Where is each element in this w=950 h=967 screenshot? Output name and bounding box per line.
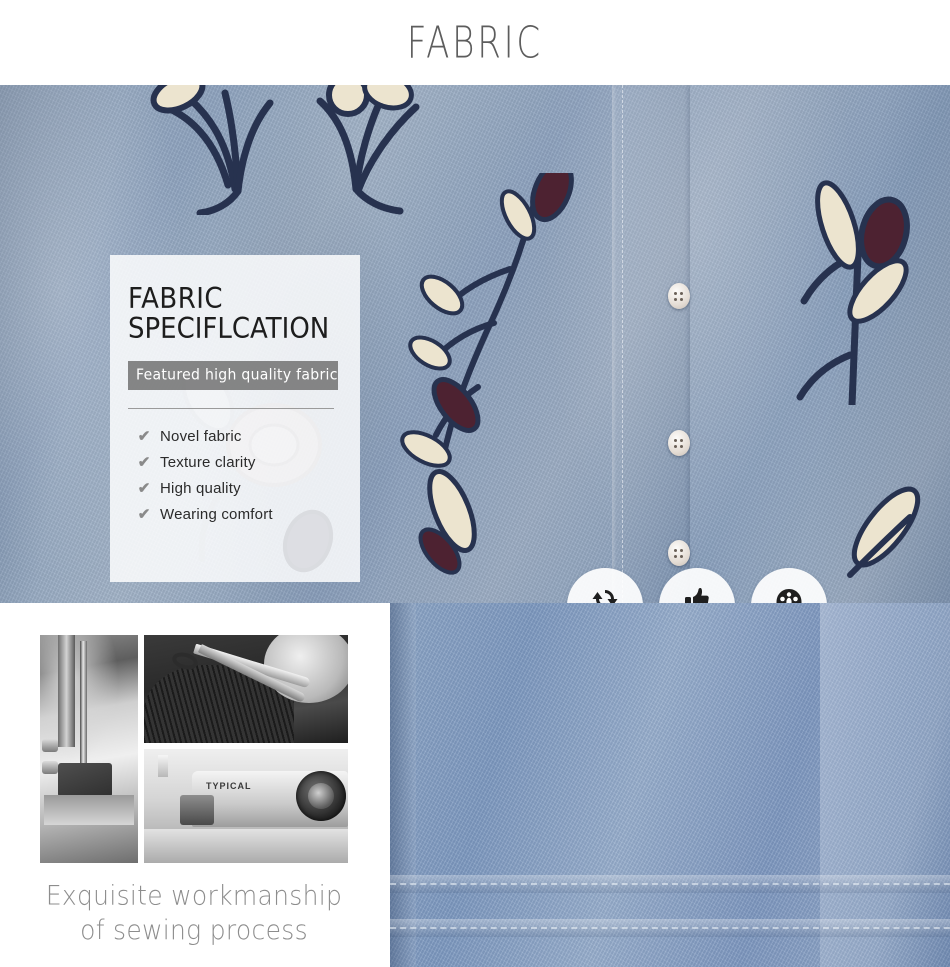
feature-label: High quality (160, 479, 241, 497)
feature-list: ✔ Novel fabric ✔ Texture clarity ✔ High … (128, 423, 338, 527)
denim-hem-closeup-photo (390, 603, 950, 967)
check-icon: ✔ (137, 480, 151, 497)
hero-denim-photo: FABRIC SPECIFLCATION Featured high quali… (0, 85, 950, 603)
workmanship-section: TYPICAL Exquisite workmanship of sewing … (0, 603, 950, 967)
shirt-button (668, 283, 690, 309)
page-title: FABRIC (406, 17, 544, 68)
card-title-line2: SPECIFLCATION (128, 312, 330, 346)
shirt-placket (612, 85, 690, 603)
thumbs-up-icon (684, 585, 710, 603)
embroidery-leaf-lower-right (847, 486, 921, 578)
feature-label: Novel fabric (160, 427, 242, 445)
shirt-button (668, 430, 690, 456)
fabric-specification-card: FABRIC SPECIFLCATION Featured high quali… (110, 255, 360, 582)
feature-label: Texture clarity (160, 453, 256, 471)
feature-badge-group: DEAR SKIN TEXTURE VENTILA (567, 568, 827, 603)
scissors-fabric-photo (144, 635, 348, 743)
stitch-line (622, 85, 623, 603)
sewing-needle-photo (40, 635, 138, 863)
breathable-dome-icon (775, 585, 803, 603)
refresh-arrows-icon (592, 585, 618, 603)
check-icon: ✔ (137, 506, 151, 523)
shirt-button (668, 540, 690, 566)
sewing-photo-collage: TYPICAL (40, 635, 348, 863)
card-divider (128, 408, 334, 409)
card-title-line1: FABRIC (128, 282, 224, 316)
badge-dear-skin: DEAR SKIN (567, 568, 643, 603)
embroidery-flower-right (796, 180, 910, 405)
page-header: FABRIC (0, 0, 950, 85)
list-item: ✔ Novel fabric (128, 423, 338, 449)
list-item: ✔ High quality (128, 475, 338, 501)
caption-line2: of sewing process (80, 914, 308, 946)
card-title: FABRIC SPECIFLCATION (128, 282, 338, 346)
list-item: ✔ Wearing comfort (128, 501, 338, 527)
list-item: ✔ Texture clarity (128, 449, 338, 475)
badge-texture: TEXTURE (659, 568, 735, 603)
featured-banner-label: Featured high quality fabric (136, 366, 338, 384)
machine-brand-label: TYPICAL (206, 781, 252, 791)
embroidery-leaf-center-lower (418, 469, 477, 575)
caption-line1: Exquisite workmanship (45, 879, 343, 911)
sewing-machine-photo: TYPICAL (144, 749, 348, 863)
badge-ventilation: VENTILATION (751, 568, 827, 603)
check-icon: ✔ (137, 428, 151, 445)
feature-label: Wearing comfort (160, 505, 273, 523)
check-icon: ✔ (137, 454, 151, 471)
featured-banner: Featured high quality fabric (128, 361, 338, 390)
embroidery-vine-center (400, 173, 574, 468)
workmanship-caption: Exquisite workmanship of sewing process (0, 878, 388, 947)
